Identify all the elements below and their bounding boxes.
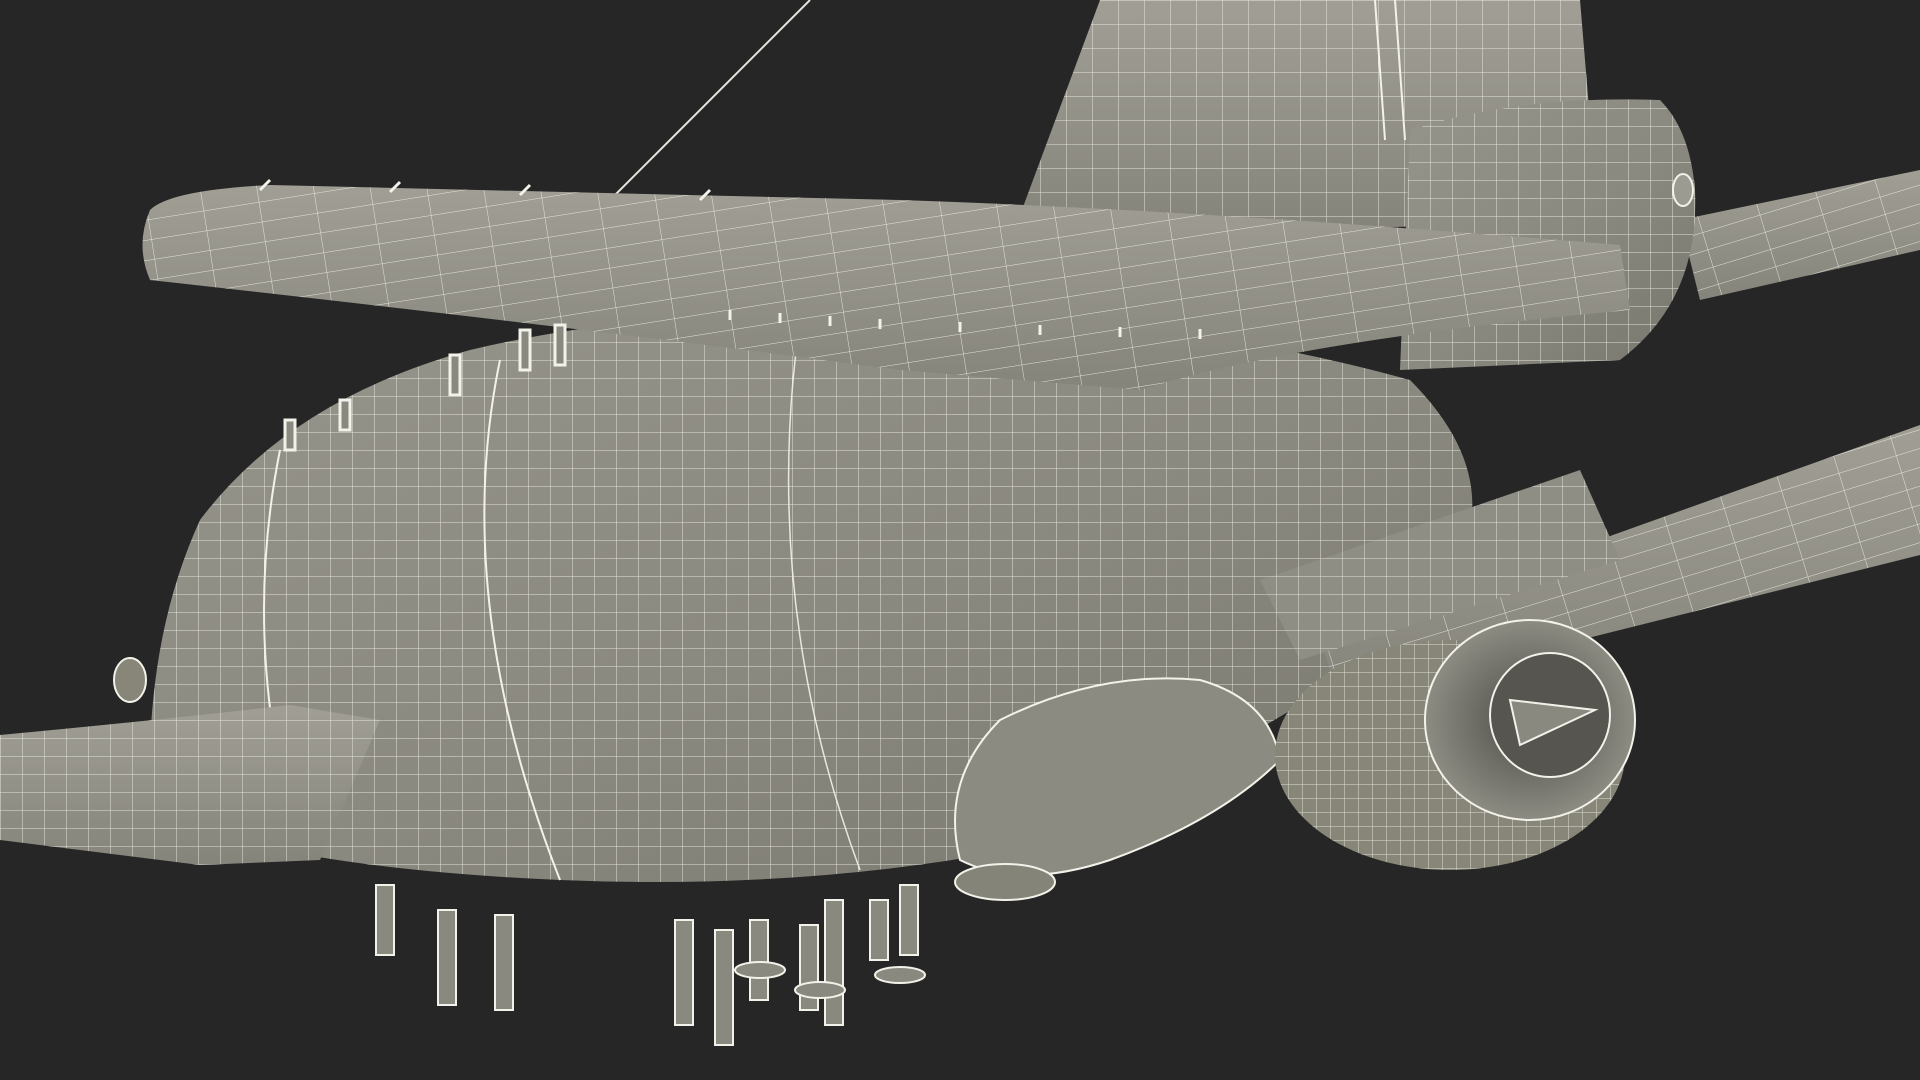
right-horizontal-stabilizer — [1680, 170, 1920, 300]
ventral-antennas — [375, 884, 926, 1046]
render-viewport — [0, 0, 1920, 1080]
antenna-wire — [609, 0, 811, 201]
